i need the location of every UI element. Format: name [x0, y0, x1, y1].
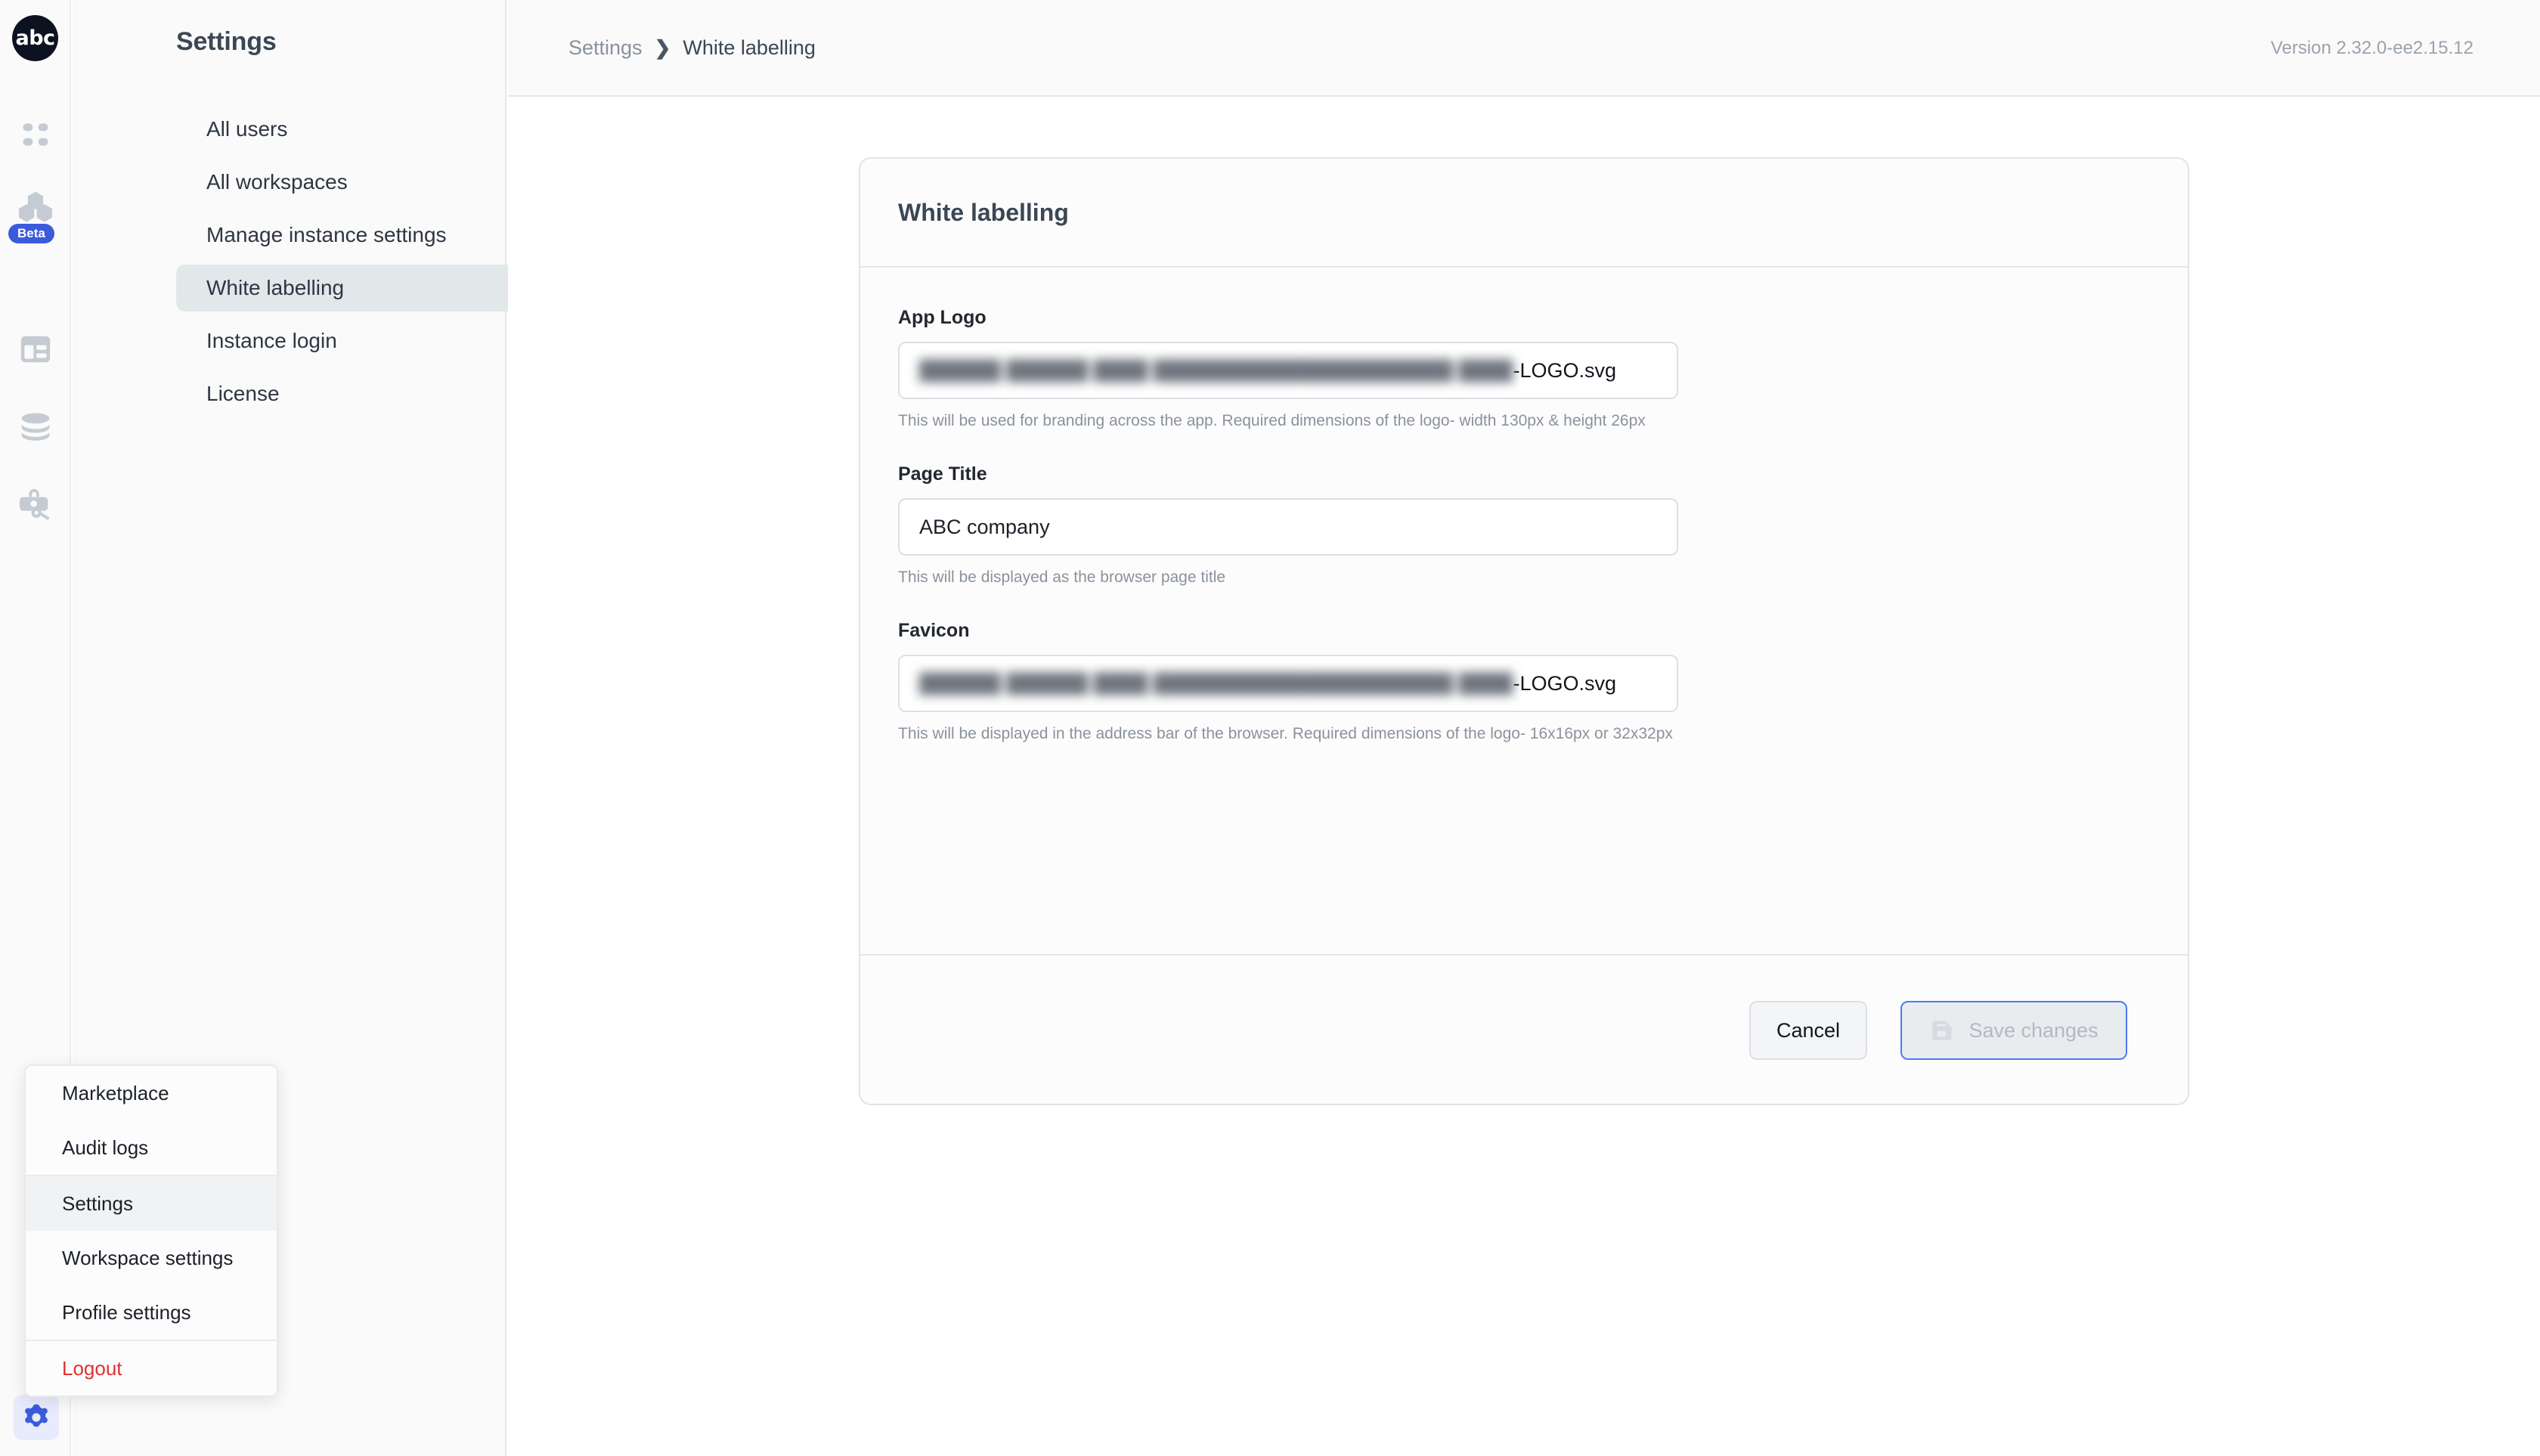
layout-panels-icon[interactable] [0, 325, 71, 373]
menu-item-label: Logout [62, 1356, 122, 1380]
page-title-hint: This will be displayed as the browser pa… [898, 568, 1226, 586]
sidebar-item-instance-login[interactable]: Instance login [176, 318, 551, 364]
menu-item-label: Workspace settings [62, 1246, 234, 1269]
card-body: App Logo ██████ ██████ ████ ████████████… [860, 268, 2188, 954]
database-stack-icon[interactable] [0, 404, 71, 452]
version-label: Version 2.32.0-ee2.15.12 [2270, 38, 2473, 58]
favicon-input[interactable]: ██████ ██████ ████ █████████████████████… [898, 655, 1678, 712]
menu-item-settings[interactable]: Settings [26, 1176, 277, 1231]
menu-group-2: Settings Workspace settings Profile sett… [26, 1175, 277, 1340]
breadcrumb: Settings ❯ White labelling [568, 36, 816, 60]
card-footer: Cancel Save changes [860, 954, 2188, 1104]
favicon-hint: This will be displayed in the address ba… [898, 725, 1673, 742]
menu-item-audit-logs[interactable]: Audit logs [26, 1120, 277, 1175]
grid-dots-icon[interactable] [0, 110, 71, 159]
breadcrumb-current: White labelling [683, 36, 816, 59]
menu-group-1: Marketplace Audit logs [26, 1066, 277, 1175]
app-logo-hint: This will be used for branding across th… [898, 412, 1646, 429]
sidebar-item-label: All users [206, 117, 288, 141]
sidebar-nav: All users All workspaces Manage instance… [176, 106, 551, 423]
page-title-label: Page Title [898, 463, 987, 485]
save-changes-button[interactable]: Save changes [1900, 1001, 2127, 1060]
menu-item-logout[interactable]: Logout [26, 1341, 277, 1396]
breadcrumb-settings-link[interactable]: Settings [568, 36, 643, 60]
page-title: Settings [176, 27, 277, 56]
field-page-title: Page Title ABC company This will be disp… [898, 463, 2150, 587]
menu-item-marketplace[interactable]: Marketplace [26, 1066, 277, 1120]
app-logo-value-suffix: -LOGO.svg [1513, 358, 1617, 382]
floppy-disk-icon [1929, 1018, 1955, 1043]
save-changes-label: Save changes [1968, 1018, 2099, 1042]
cancel-button-label: Cancel [1776, 1018, 1841, 1042]
cubes-icon[interactable] [0, 181, 71, 230]
chevron-right-icon: ❯ [654, 36, 671, 59]
sidebar-item-all-workspaces[interactable]: All workspaces [176, 159, 551, 206]
menu-item-label: Settings [62, 1191, 133, 1215]
brand-logo-text: abc [15, 26, 55, 50]
menu-item-label: Marketplace [62, 1081, 169, 1104]
menu-item-label: Profile settings [62, 1300, 191, 1324]
sidebar-item-white-labelling[interactable]: White labelling [176, 265, 551, 311]
sidebar-item-license[interactable]: License [176, 370, 551, 417]
white-labelling-card: White labelling App Logo ██████ ██████ █… [859, 157, 2189, 1105]
sidebar-item-label: All workspaces [206, 170, 348, 194]
beta-badge: Beta [8, 224, 54, 243]
sidebar-item-label: License [206, 382, 280, 405]
page-title-input[interactable]: ABC company [898, 498, 1678, 556]
content-area: White labelling App Logo ██████ ██████ █… [508, 97, 2540, 1456]
app-logo-label: App Logo [898, 307, 987, 328]
topbar: Settings ❯ White labelling Version 2.32.… [508, 0, 2540, 97]
favicon-label: Favicon [898, 620, 970, 641]
field-app-logo: App Logo ██████ ██████ ████ ████████████… [898, 307, 2150, 430]
favicon-value-redacted: ██████ ██████ ████ █████████████████████… [919, 672, 1513, 694]
favicon-value-suffix: -LOGO.svg [1513, 671, 1617, 695]
card-header: White labelling [860, 159, 2188, 268]
account-popup-menu: Marketplace Audit logs Settings Workspac… [24, 1064, 278, 1397]
app-logo-value-redacted: ██████ ██████ ████ █████████████████████… [919, 359, 1513, 381]
toolbox-key-icon[interactable] [0, 481, 71, 529]
cancel-button[interactable]: Cancel [1749, 1001, 1867, 1060]
field-favicon: Favicon ██████ ██████ ████ █████████████… [898, 620, 2150, 743]
app-root: abc Beta Settings All users All workspac… [0, 0, 2540, 1456]
sidebar-item-all-users[interactable]: All users [176, 106, 551, 153]
card-title: White labelling [898, 198, 1069, 226]
menu-item-workspace-settings[interactable]: Workspace settings [26, 1231, 277, 1285]
menu-item-profile-settings[interactable]: Profile settings [26, 1285, 277, 1340]
menu-group-3: Logout [26, 1340, 277, 1396]
brand-logo[interactable]: abc [12, 15, 58, 61]
sidebar-item-manage-instance-settings[interactable]: Manage instance settings [176, 212, 551, 259]
sidebar-item-label: Manage instance settings [206, 223, 447, 246]
gear-icon[interactable] [14, 1395, 59, 1440]
menu-item-label: Audit logs [62, 1135, 149, 1159]
app-logo-input[interactable]: ██████ ██████ ████ █████████████████████… [898, 342, 1678, 399]
page-title-value: ABC company [919, 515, 1050, 538]
sidebar-item-label: Instance login [206, 329, 337, 352]
sidebar-item-label: White labelling [206, 276, 345, 299]
